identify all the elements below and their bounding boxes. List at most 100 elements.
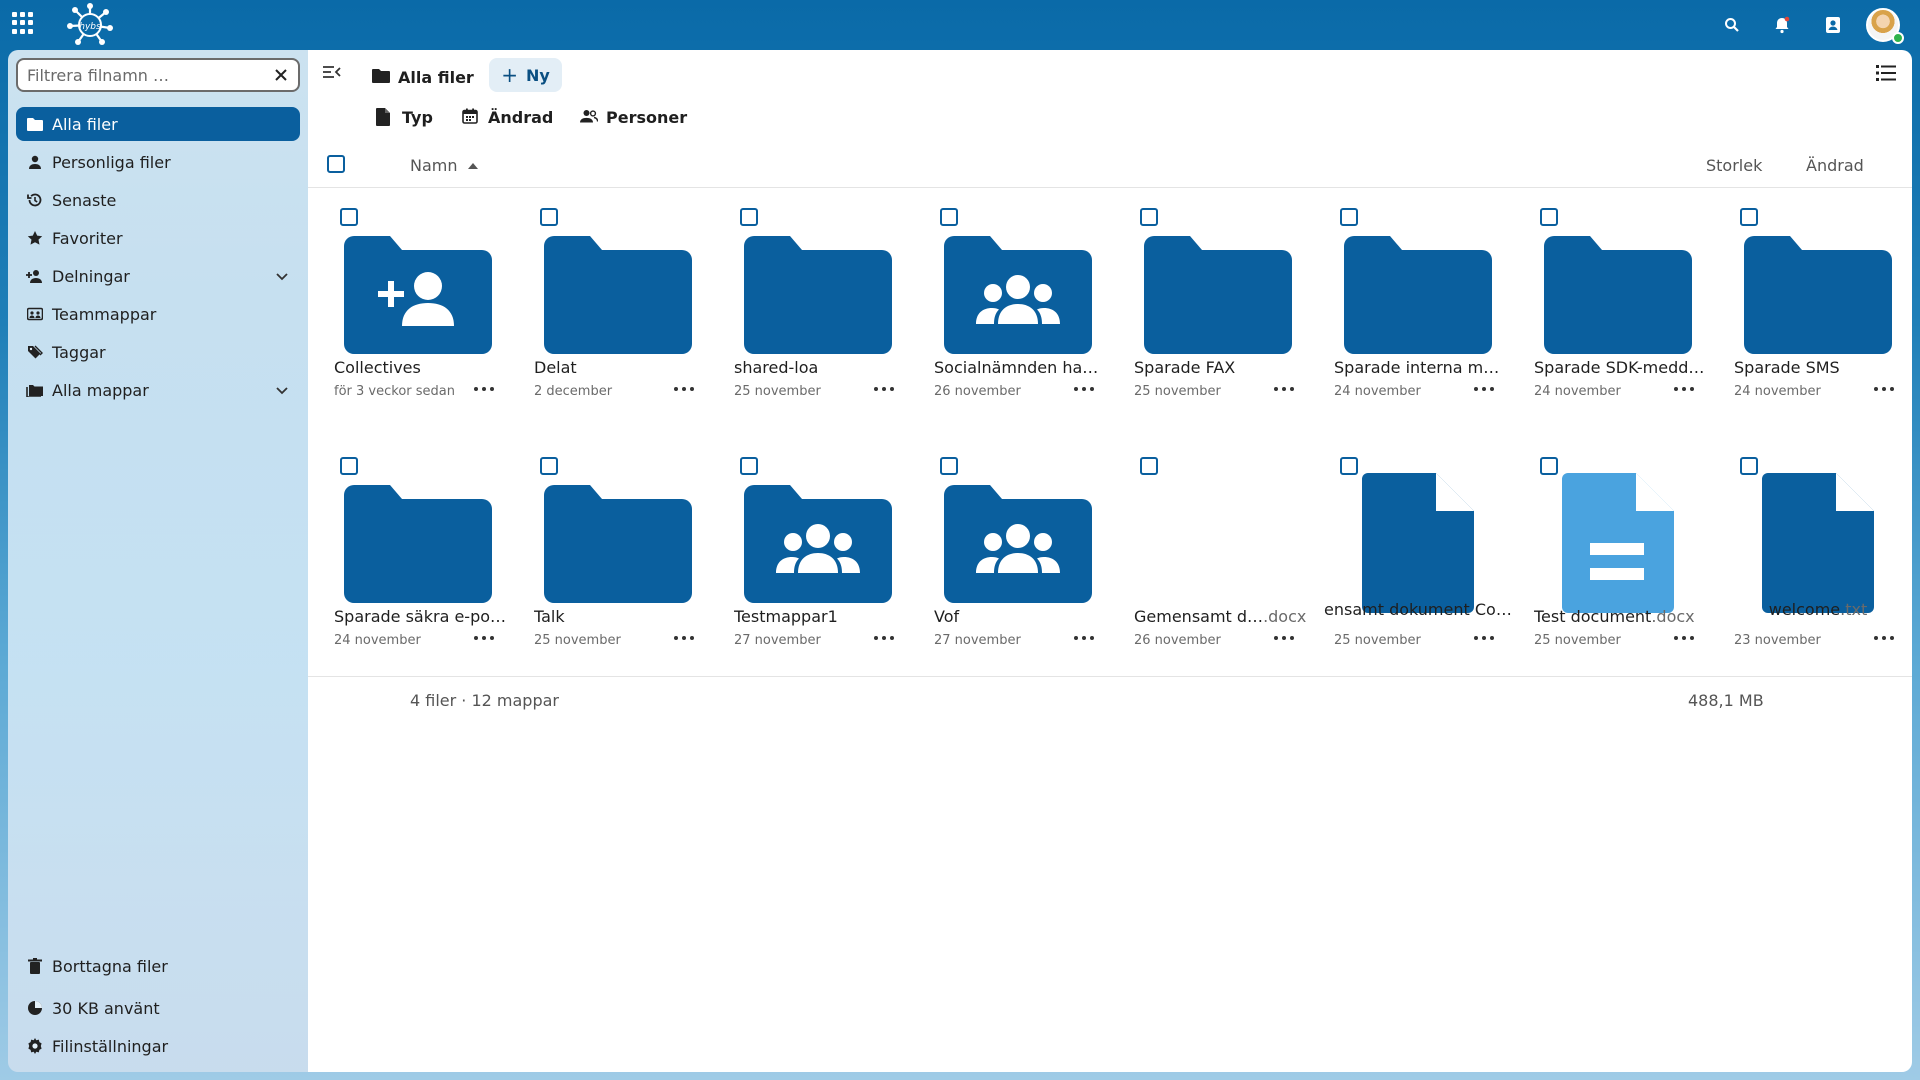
list-view-icon[interactable] <box>1876 64 1898 86</box>
more-actions-icon[interactable] <box>1474 383 1494 395</box>
file-tile[interactable]: Sparade interna m… 24 november <box>1318 198 1518 418</box>
nav-team-folders[interactable]: Teammappar <box>16 297 300 331</box>
file-thumbnail[interactable] <box>1324 473 1512 613</box>
file-tile[interactable]: Sparade FAX 25 november <box>1118 198 1318 418</box>
file-name[interactable]: Sparade säkra e-po… <box>334 607 509 626</box>
file-thumbnail[interactable] <box>724 224 912 354</box>
file-thumbnail[interactable] <box>1724 473 1912 613</box>
more-actions-icon[interactable] <box>474 632 494 644</box>
team-folder-icon <box>26 305 44 323</box>
more-actions-icon[interactable] <box>1074 632 1094 644</box>
nav-tags[interactable]: Taggar <box>16 335 300 369</box>
more-actions-icon[interactable] <box>1474 632 1494 644</box>
file-tile[interactable]: Collectives för 3 veckor sedan <box>318 198 518 418</box>
new-button[interactable]: + Ny <box>489 58 562 92</box>
more-actions-icon[interactable] <box>1874 383 1894 395</box>
nav-recent[interactable]: Senaste <box>16 183 300 217</box>
more-actions-icon[interactable] <box>1674 383 1694 395</box>
file-name[interactable]: ensamt dokument Collabor <box>1324 600 1512 619</box>
hybs-logo[interactable]: hybs <box>66 2 114 48</box>
file-name[interactable]: Test document.docx <box>1534 607 1709 626</box>
nav-all-folders[interactable]: Alla mappar <box>16 373 300 407</box>
chevron-down-icon[interactable] <box>274 268 290 284</box>
file-thumbnail[interactable] <box>1724 224 1912 354</box>
nav-personal-files[interactable]: Personliga filer <box>16 145 300 179</box>
file-tile[interactable]: Sparade SDK-medd… 24 november <box>1518 198 1718 418</box>
file-thumbnail[interactable] <box>1524 224 1712 354</box>
bell-icon[interactable] <box>1769 12 1795 38</box>
file-tile[interactable]: Testmappar1 27 november <box>718 447 918 667</box>
file-name[interactable]: Socialnämnden ha… <box>934 358 1109 377</box>
more-actions-icon[interactable] <box>474 383 494 395</box>
file-settings[interactable]: Filinställningar <box>16 1029 300 1063</box>
filter-input[interactable] <box>27 65 267 85</box>
file-name[interactable]: Gemensamt d….docx <box>1134 607 1309 626</box>
toggle-navigation-icon[interactable] <box>322 64 346 86</box>
file-tile[interactable]: Socialnämnden ha… 26 november <box>918 198 1118 418</box>
file-thumbnail[interactable] <box>1524 473 1712 613</box>
chevron-down-icon[interactable] <box>274 382 290 398</box>
breadcrumb[interactable]: Alla filer <box>372 60 474 94</box>
more-actions-icon[interactable] <box>874 383 894 395</box>
filter-modified-label: Ändrad <box>488 107 554 127</box>
pie-chart-icon <box>26 999 44 1017</box>
file-tile[interactable]: Gemensamt d….docx 26 november <box>1118 447 1318 667</box>
file-name[interactable]: Sparade interna m… <box>1334 358 1509 377</box>
filter-modified[interactable]: Ändrad <box>462 100 553 134</box>
file-name[interactable]: Sparade SMS <box>1734 358 1909 377</box>
select-all-checkbox[interactable] <box>327 155 345 173</box>
sort-by-name[interactable]: Namn <box>410 156 478 175</box>
file-thumbnail[interactable] <box>1124 473 1312 603</box>
more-actions-icon[interactable] <box>674 632 694 644</box>
nav-trash[interactable]: Borttagna filer <box>16 949 300 983</box>
more-actions-icon[interactable] <box>1274 383 1294 395</box>
close-icon[interactable] <box>272 66 290 84</box>
filter-type[interactable]: Typ <box>376 100 433 134</box>
more-actions-icon[interactable] <box>874 632 894 644</box>
file-thumbnail[interactable] <box>1324 224 1512 354</box>
file-date: 23 november <box>1734 633 1821 648</box>
file-thumbnail[interactable] <box>924 473 1112 603</box>
file-tile[interactable]: ensamt dokument Collabor 25 november <box>1318 447 1518 667</box>
file-name[interactable]: Sparade FAX <box>1134 358 1309 377</box>
file-thumbnail[interactable] <box>324 224 512 354</box>
apps-grid-icon[interactable] <box>12 12 34 34</box>
quota-info[interactable]: 30 KB använt <box>16 991 300 1025</box>
file-tile[interactable]: Talk 25 november <box>518 447 718 667</box>
file-tile[interactable]: Delat 2 december <box>518 198 718 418</box>
file-tile[interactable]: Sparade SMS 24 november <box>1718 198 1918 418</box>
nav-shares[interactable]: Delningar <box>16 259 300 293</box>
more-actions-icon[interactable] <box>1874 632 1894 644</box>
file-thumbnail[interactable] <box>524 224 712 354</box>
more-actions-icon[interactable] <box>1274 632 1294 644</box>
filter-people[interactable]: Personer <box>580 100 687 134</box>
contacts-icon[interactable] <box>1820 12 1846 38</box>
file-name[interactable]: Testmappar1 <box>734 607 909 626</box>
file-thumbnail[interactable] <box>924 224 1112 354</box>
nav-favorites[interactable]: Favoriter <box>16 221 300 255</box>
search-icon[interactable] <box>1719 12 1745 38</box>
file-tile[interactable]: shared-loa 25 november <box>718 198 918 418</box>
file-thumbnail[interactable] <box>724 473 912 603</box>
file-name[interactable]: Sparade SDK-medd… <box>1534 358 1709 377</box>
sort-by-size[interactable]: Storlek <box>1706 156 1762 175</box>
file-name[interactable]: Talk <box>534 607 709 626</box>
file-thumbnail[interactable] <box>324 473 512 603</box>
file-tile[interactable]: Vof 27 november <box>918 447 1118 667</box>
more-actions-icon[interactable] <box>674 383 694 395</box>
file-tile[interactable]: Test document.docx 25 november <box>1518 447 1718 667</box>
file-name[interactable]: Vof <box>934 607 1109 626</box>
file-tile[interactable]: Sparade säkra e-po… 24 november <box>318 447 518 667</box>
file-thumbnail[interactable] <box>1124 224 1312 354</box>
sort-by-modified[interactable]: Ändrad <box>1806 156 1864 175</box>
file-name[interactable]: Delat <box>534 358 709 377</box>
file-name[interactable]: welcome.txt <box>1724 600 1912 619</box>
nav-all-files[interactable]: Alla filer <box>16 107 300 141</box>
file-name[interactable]: shared-loa <box>734 358 909 377</box>
file-basename: Sparade FAX <box>1134 358 1236 377</box>
file-tile[interactable]: welcome.txt 23 november <box>1718 447 1918 667</box>
more-actions-icon[interactable] <box>1074 383 1094 395</box>
more-actions-icon[interactable] <box>1674 632 1694 644</box>
file-thumbnail[interactable] <box>524 473 712 603</box>
file-name[interactable]: Collectives <box>334 358 509 377</box>
